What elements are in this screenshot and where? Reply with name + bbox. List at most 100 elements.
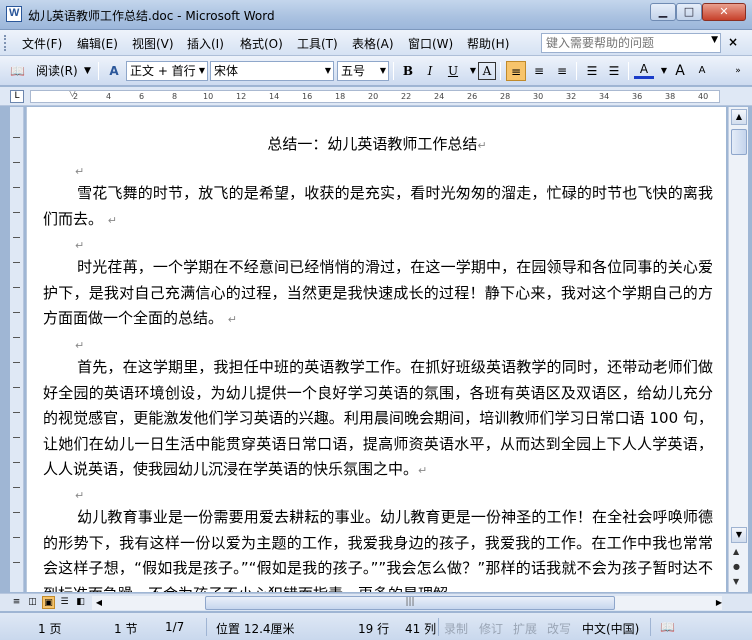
align-right-icon[interactable]: ≡ (552, 61, 572, 81)
normal-view-icon[interactable]: ≡ (10, 596, 23, 609)
book-icon[interactable]: 📖 (10, 61, 25, 81)
status-section: 1 节 (114, 622, 138, 636)
shrink-font-button[interactable]: A (692, 61, 712, 81)
previous-page-icon[interactable]: ▲ (733, 547, 739, 556)
toolbar-separator (500, 62, 501, 80)
menu-table[interactable]: 表格(A) (352, 35, 394, 52)
menu-format[interactable]: 格式(O) (240, 35, 283, 52)
scroll-left-icon[interactable]: ◀ (92, 596, 106, 610)
ruler-tick: 4 (106, 92, 112, 101)
ruler-tick: 34 (599, 92, 610, 101)
ruler-mark (13, 437, 20, 438)
ruler-tick: 20 (368, 92, 379, 101)
menu-insert[interactable]: 插入(I) (187, 35, 224, 52)
word-document-icon[interactable] (6, 6, 22, 22)
ruler-tick: 26 (467, 92, 478, 101)
status-column: 41 列 (405, 622, 437, 636)
tab-selector[interactable]: L (10, 90, 24, 103)
numbered-list-icon[interactable]: ☰ (582, 61, 602, 81)
vertical-scroll-thumb[interactable] (731, 129, 747, 155)
status-page: 1 页 (38, 622, 62, 636)
chevron-down-icon[interactable]: ▼ (711, 35, 718, 45)
scroll-up-icon[interactable]: ▲ (731, 109, 747, 125)
ruler-mark (13, 237, 20, 238)
vertical-scrollbar[interactable]: ▲ ▼ ▲ ● ▼ (728, 107, 748, 592)
help-search-input[interactable] (542, 34, 702, 52)
print-layout-view-icon[interactable]: ▣ (42, 596, 55, 609)
menu-view[interactable]: 视图(V) (132, 35, 174, 52)
paragraph-1[interactable]: 雪花飞舞的时节，放飞的是希望，收获的是充实，看时光匆匆的溜走，忙碌的时节也飞快的… (43, 181, 713, 233)
help-search-box[interactable]: ▼ (541, 33, 721, 53)
next-page-icon[interactable]: ▼ (733, 577, 739, 586)
ruler-tick: 10 (203, 92, 214, 101)
paragraph-4[interactable]: 幼儿教育事业是一份需要用爱去耕耘的事业。幼儿教育更是一份神圣的工作！在全社会呼唤… (43, 505, 713, 592)
maximize-button[interactable]: □ (676, 3, 702, 21)
paragraph-mark: ↵ (107, 213, 118, 227)
style-select[interactable]: 正文 + 首行 ▼ (126, 61, 208, 81)
menu-window[interactable]: 窗口(W) (408, 35, 453, 52)
paragraph-3[interactable]: 首先，在这学期里，我担任中班的英语教学工作。在抓好班级英语教学的同时，还带动老师… (43, 355, 713, 484)
paragraph-mark: ↵ (75, 339, 85, 352)
chevron-down-icon[interactable]: ▼ (380, 62, 386, 80)
ruler-tick: 16 (302, 92, 313, 101)
ruler-mark (13, 387, 20, 388)
vertical-ruler[interactable] (10, 107, 24, 592)
ruler-mark (13, 262, 20, 263)
close-button[interactable]: ✕ (702, 3, 746, 21)
bulleted-list-icon[interactable]: ☰ (604, 61, 624, 81)
menubar-grip[interactable] (4, 35, 7, 51)
outline-view-icon[interactable]: ☰ (58, 596, 71, 609)
ruler-tick: 12 (236, 92, 247, 101)
paragraph-mark: ↵ (227, 313, 238, 326)
italic-button[interactable]: I (420, 61, 440, 81)
status-record[interactable]: 录制 (444, 620, 468, 637)
character-border-button[interactable]: A (478, 62, 496, 80)
menu-file[interactable]: 文件(F) (22, 35, 62, 52)
font-color-icon[interactable]: A (634, 61, 654, 79)
align-center-icon[interactable]: ≡ (529, 61, 549, 81)
ruler-tick: 30 (533, 92, 544, 101)
font-size-select[interactable]: 五号 ▼ (337, 61, 389, 81)
menu-help[interactable]: 帮助(H) (467, 35, 509, 52)
paragraph-mark: ↵ (418, 464, 428, 477)
scroll-down-icon[interactable]: ▼ (731, 527, 747, 543)
chevron-down-icon[interactable]: ▼ (199, 62, 205, 80)
ruler-tick: 36 (632, 92, 643, 101)
toolbar-overflow-icon[interactable]: » (728, 61, 748, 81)
grow-font-button[interactable]: A (670, 61, 690, 81)
web-layout-view-icon[interactable]: ◫ (26, 596, 39, 609)
align-left-icon[interactable]: ≡ (506, 61, 526, 81)
status-extend[interactable]: 扩展 (513, 620, 537, 637)
status-track-changes[interactable]: 修订 (479, 620, 503, 637)
paragraph-text: 幼儿教育事业是一份需要用爱去耕耘的事业。幼儿教育更是一份神圣的工作！在全社会呼唤… (43, 508, 713, 592)
spelling-check-icon[interactable]: 📖 (660, 620, 675, 634)
menu-tools[interactable]: 工具(T) (297, 35, 338, 52)
scroll-right-icon[interactable]: ▶ (712, 596, 726, 610)
ruler-mark (13, 137, 20, 138)
title-bar: 幼儿英语教师工作总结.doc - Microsoft Word ▁ □ ✕ (0, 0, 752, 30)
formatting-toolbar: 📖 阅读(R) ▼ A 正文 + 首行 ▼ 宋体 ▼ 五号 ▼ B I U ▼ … (0, 56, 752, 86)
document-title-text: 总结一：幼儿英语教师工作总结 (267, 135, 478, 153)
menu-edit[interactable]: 编辑(E) (77, 35, 118, 52)
paragraph-mark: ↵ (75, 239, 85, 252)
reading-layout-view-icon[interactable]: ◧ (74, 596, 87, 609)
select-browse-object-icon[interactable]: ● (733, 562, 740, 571)
font-select-value: 宋体 (214, 64, 239, 78)
first-line-indent-marker[interactable]: ▽ (69, 91, 76, 99)
paragraph-2[interactable]: 时光荏苒，一个学期在不经意间已经悄悄的滑过，在这一学期中，在园领导和各位同事的关… (43, 255, 713, 333)
close-document-button[interactable]: × (728, 35, 738, 49)
minimize-button[interactable]: ▁ (650, 3, 676, 21)
status-overtype[interactable]: 改写 (547, 620, 571, 637)
document-page[interactable]: 总结一：幼儿英语教师工作总结 ↵ ↵ 雪花飞舞的时节，放飞的是希望，收获的是充实，… (26, 107, 726, 592)
styles-pane-icon[interactable]: A (104, 61, 124, 81)
paragraph-text: 首先，在这学期里，我担任中班的英语教学工作。在抓好班级英语教学的同时，还带动老师… (43, 358, 713, 478)
status-page-of: 1/7 (165, 620, 185, 634)
underline-button[interactable]: U (443, 61, 463, 81)
font-select[interactable]: 宋体 ▼ (210, 61, 334, 81)
toolbar-options-icon[interactable]: ▼ (84, 61, 91, 81)
horizontal-scroll-thumb[interactable]: ||| (205, 596, 615, 610)
chevron-down-icon[interactable]: ▼ (325, 62, 331, 80)
horizontal-ruler[interactable]: 2 4 6 8 10 12 14 16 18 20 22 24 26 28 30… (30, 90, 720, 103)
reading-mode-button[interactable]: 阅读(R) (36, 61, 78, 81)
bold-button[interactable]: B (398, 61, 418, 81)
